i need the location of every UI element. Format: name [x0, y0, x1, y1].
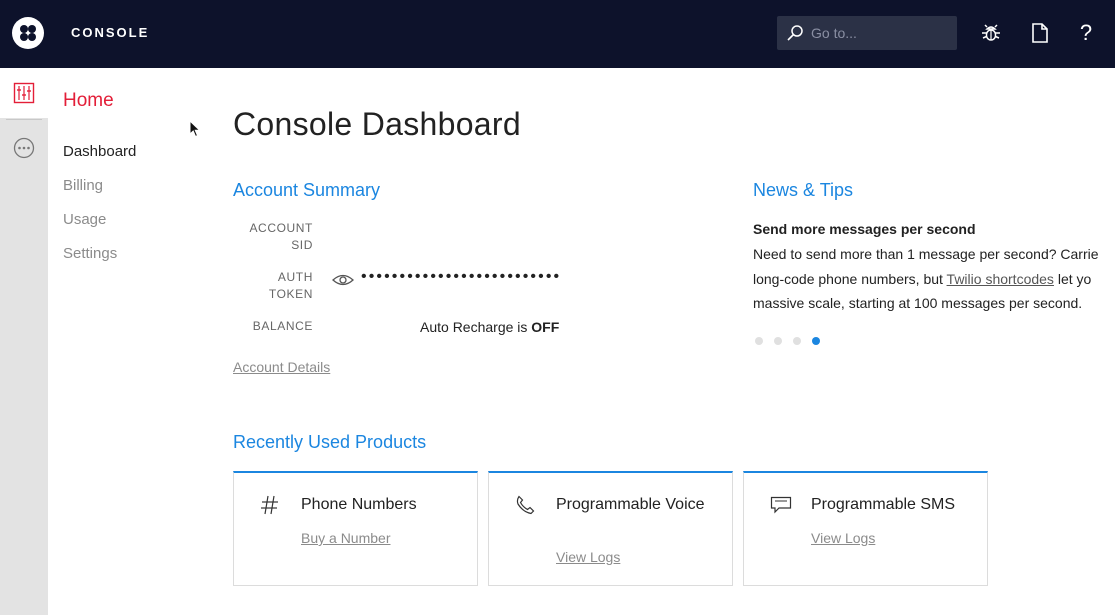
rail-item-more[interactable]	[0, 130, 48, 166]
twilio-logo-icon[interactable]	[12, 17, 44, 49]
carousel-dot-2[interactable]	[774, 337, 782, 345]
subnav-item-usage[interactable]: Usage	[63, 211, 106, 228]
product-card-programmable-voice[interactable]: Programmable Voice View Logs	[488, 471, 733, 586]
news-line-3: massive scale, starting at 100 messages …	[753, 295, 1083, 311]
chat-icon	[770, 496, 792, 514]
bug-icon	[982, 24, 1000, 41]
twilio-shortcodes-link[interactable]: Twilio shortcodes	[947, 271, 1054, 287]
sms-view-logs-link[interactable]: View Logs	[811, 530, 875, 546]
news-line-2-start: long-code phone numbers, but	[753, 270, 947, 287]
news-tips-title: News & Tips	[753, 180, 854, 200]
help-icon[interactable]: ?	[1073, 20, 1099, 46]
buy-number-link[interactable]: Buy a Number	[301, 530, 390, 546]
news-body: Need to send more than 1 message per sec…	[753, 242, 1115, 316]
rail-item-dashboard[interactable]	[0, 68, 48, 118]
page-title: Console Dashboard	[233, 106, 521, 142]
left-rail	[0, 68, 48, 615]
auto-recharge-value: OFF	[531, 319, 560, 335]
news-line-2: long-code phone numbers, but Twilio shor…	[753, 267, 1115, 292]
carousel-dot-1[interactable]	[755, 337, 763, 345]
auto-recharge-status: Auto Recharge is OFF	[420, 319, 559, 335]
news-headline: Send more messages per second	[753, 221, 976, 237]
more-icon	[13, 137, 35, 159]
debugger-button[interactable]	[978, 20, 1004, 46]
voice-view-logs-link[interactable]: View Logs	[556, 549, 620, 565]
product-name: Programmable Voice	[556, 496, 705, 513]
subnav-item-billing[interactable]: Billing	[63, 177, 103, 194]
search-icon	[787, 25, 803, 41]
top-bar: CONSOLE ?	[0, 0, 1115, 68]
news-line-1: Need to send more than 1 message per sec…	[753, 246, 1099, 262]
account-sid-label-line1: ACCOUNT	[249, 221, 313, 235]
hash-icon	[261, 495, 278, 515]
document-icon	[1032, 23, 1048, 43]
rail-divider	[6, 119, 42, 120]
auto-recharge-text: Auto Recharge is	[420, 319, 532, 335]
recent-products-title: Recently Used Products	[233, 432, 427, 452]
console-brand[interactable]: CONSOLE	[71, 25, 149, 40]
docs-button[interactable]	[1027, 20, 1053, 46]
dashboard-grid-icon	[13, 82, 35, 104]
carousel-dot-3[interactable]	[793, 337, 801, 345]
account-summary-title: Account Summary	[233, 180, 381, 200]
auth-token-label: AUTH TOKEN	[233, 269, 313, 303]
subnav-item-settings[interactable]: Settings	[63, 245, 117, 262]
subnav-item-dashboard[interactable]: Dashboard	[63, 143, 136, 160]
mouse-cursor-icon	[189, 120, 201, 138]
search-input[interactable]	[811, 16, 951, 50]
phone-icon	[516, 495, 535, 515]
auth-token-value: ••••••••••••••••••••••••••	[361, 268, 562, 285]
auth-token-label-line2: TOKEN	[268, 287, 313, 301]
product-name: Phone Numbers	[301, 496, 417, 513]
auth-token-label-line1: AUTH	[277, 270, 313, 284]
news-line-2-end: let yo	[1053, 270, 1092, 287]
balance-label: BALANCE	[252, 319, 313, 333]
product-card-programmable-sms[interactable]: Programmable SMS View Logs	[743, 471, 988, 586]
account-details-link[interactable]: Account Details	[233, 359, 330, 375]
account-sid-label-line2: SID	[291, 238, 313, 252]
search-box[interactable]	[777, 16, 957, 50]
product-name: Programmable SMS	[811, 496, 956, 513]
carousel-dot-4[interactable]	[812, 337, 820, 345]
product-card-phone-numbers[interactable]: Phone Numbers Buy a Number	[233, 471, 478, 586]
show-token-eye-icon[interactable]	[332, 272, 354, 288]
account-sid-label: ACCOUNT SID	[233, 220, 313, 254]
subnav-title[interactable]: Home	[63, 90, 114, 112]
news-carousel-dots	[755, 337, 820, 345]
